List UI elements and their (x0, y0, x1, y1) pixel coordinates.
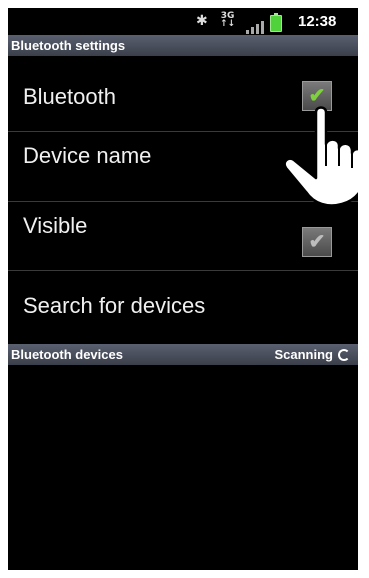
device-name-label: Device name (23, 143, 152, 168)
visible-checkbox[interactable]: ✔ (302, 227, 332, 257)
scanning-status: Scanning (274, 347, 333, 362)
visible-label: Visible (23, 213, 88, 238)
search-devices-label: Search for devices (23, 293, 206, 318)
network-arrows-label: ↑↓ (220, 19, 236, 29)
check-icon: ✔ (308, 85, 326, 107)
status-bar: ✱ 3G ↑↓ 12:38 (8, 8, 358, 34)
bluetooth-icon: ✱ (196, 13, 208, 29)
search-devices-row[interactable]: Search for devices (8, 271, 358, 344)
bluetooth-devices-header: Bluetooth devices Scanning (8, 344, 358, 365)
check-icon: ✔ (308, 231, 326, 253)
status-time: 12:38 (298, 12, 337, 30)
phone-screen: ✱ 3G ↑↓ 12:38 Bluetooth settings Bluetoo… (8, 8, 358, 570)
signal-icon (246, 14, 264, 34)
bluetooth-devices-title: Bluetooth devices (11, 347, 123, 362)
battery-icon (270, 12, 282, 33)
spinner-icon (338, 348, 350, 361)
pointing-hand-icon (283, 106, 358, 207)
page-title: Bluetooth settings (8, 35, 358, 56)
device-list (8, 365, 358, 570)
bluetooth-label: Bluetooth (23, 84, 116, 109)
network-3g-icon: 3G ↑↓ (220, 12, 235, 32)
